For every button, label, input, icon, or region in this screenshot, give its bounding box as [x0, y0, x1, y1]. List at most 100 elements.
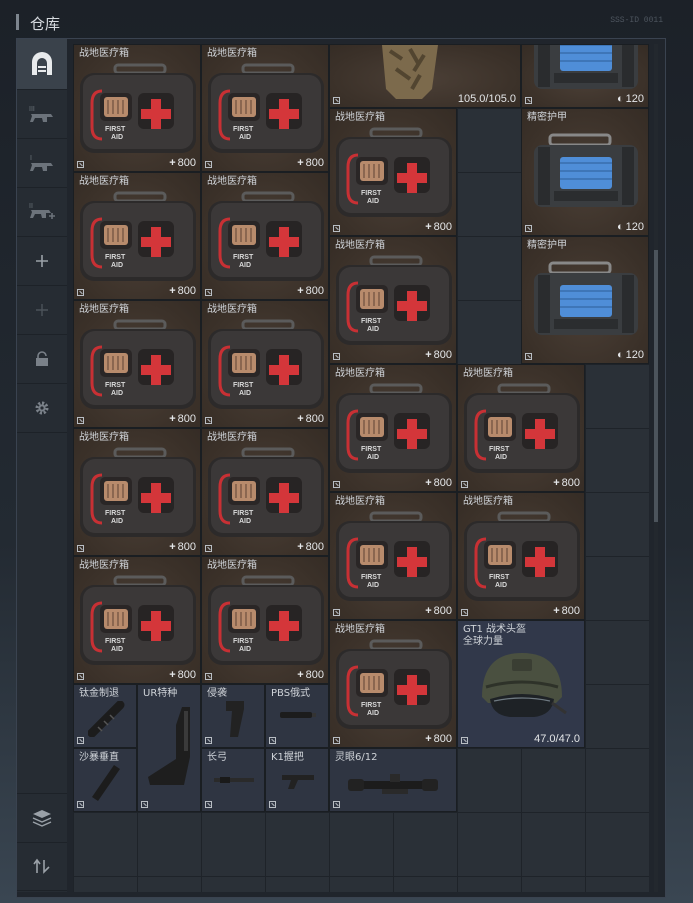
inventory-item-part[interactable]: 沙暴垂直	[73, 748, 137, 812]
title-bar: 仓库 SSS-ID 0011	[0, 0, 693, 36]
inventory-item-part[interactable]: 灵眼6/12	[329, 748, 457, 812]
sidebar-sort-button[interactable]	[17, 842, 67, 891]
item-label: 战地医疗箱	[79, 176, 129, 187]
item-value: +800	[169, 413, 196, 425]
scrollbar-thumb[interactable]	[654, 250, 658, 522]
medkit-image	[334, 383, 454, 475]
item-value: 105.0/105.0	[457, 93, 516, 105]
medkit-image	[78, 319, 198, 411]
sidebar-loadout-3-button[interactable]: III	[17, 90, 67, 139]
medkit-image	[334, 255, 454, 347]
sidebar-loadout-2-button[interactable]: II	[17, 188, 67, 237]
scope-image	[348, 774, 438, 794]
item-label: 战地医疗箱	[207, 432, 257, 443]
inventory-item-medkit[interactable]: 战地医疗箱 +800	[73, 172, 201, 300]
inventory-item-medkit[interactable]: 战地医疗箱 +800	[329, 620, 457, 748]
inventory-item-helmet[interactable]: GT1 战术头盔 全球力量 47.0/47.0	[457, 620, 585, 748]
inventory-item-medkit[interactable]: 战地医疗箱 +800	[457, 364, 585, 492]
item-value: +800	[169, 285, 196, 297]
rig-image	[382, 45, 438, 99]
medkit-image	[334, 127, 454, 219]
item-corner-icon	[77, 801, 84, 808]
sidebar: III I II	[17, 39, 67, 892]
item-corner-icon	[205, 417, 212, 424]
item-corner-icon	[333, 481, 340, 488]
sidebar-storage-button[interactable]	[17, 39, 67, 90]
storage-icon	[32, 52, 52, 75]
inventory-item-part[interactable]: PBS俄式	[265, 684, 329, 748]
item-corner-icon	[141, 801, 148, 808]
sidebar-add-button[interactable]	[17, 237, 67, 286]
barrel-image	[214, 777, 254, 783]
item-label: 战地医疗箱	[207, 560, 257, 571]
inventory-item-medkit[interactable]: 战地医疗箱 +800	[329, 364, 457, 492]
svg-text:II: II	[29, 203, 33, 210]
suppressor-image	[280, 712, 316, 718]
inventory-item-medkit[interactable]: 战地医疗箱 +800	[329, 492, 457, 620]
inventory-item-part[interactable]: UR特种	[137, 684, 201, 812]
item-label: 战地医疗箱	[463, 368, 513, 379]
item-label: 战地医疗箱	[463, 496, 513, 507]
inventory-item-medkit[interactable]: 战地医疗箱 +800	[457, 492, 585, 620]
inventory-item-part[interactable]: K1握把	[265, 748, 329, 812]
medkit-image	[78, 63, 198, 155]
medkit-image	[334, 511, 454, 603]
inventory-item-medkit[interactable]: 战地医疗箱 +800	[201, 172, 329, 300]
inventory-item-part[interactable]: 长弓	[201, 748, 265, 812]
inventory-item-armor[interactable]: ◐ 120	[521, 44, 649, 108]
item-label: 钛金制退	[79, 688, 119, 699]
inventory-item-medkit[interactable]: 战地医疗箱 +800	[73, 428, 201, 556]
sidebar-lock-button[interactable]	[17, 335, 67, 384]
inventory-item-medkit[interactable]: 战地医疗箱 +800	[73, 44, 201, 172]
inventory-item-medkit[interactable]: 战地医疗箱 +800	[73, 300, 201, 428]
item-corner-icon	[77, 545, 84, 552]
sidebar-add-disabled-button[interactable]	[17, 286, 67, 335]
helmet-image	[482, 653, 567, 717]
inventory-item-rig[interactable]: 105.0/105.0	[329, 44, 521, 108]
medkit-image	[462, 511, 582, 603]
sidebar-layers-button[interactable]	[17, 793, 67, 843]
page-title: 仓库	[30, 15, 61, 33]
medkit-image	[78, 191, 198, 283]
inventory-item-medkit[interactable]: 战地医疗箱 +800	[201, 300, 329, 428]
item-value: +800	[297, 157, 324, 169]
grip-image	[226, 701, 244, 737]
item-label: 长弓	[207, 752, 227, 763]
inventory-item-medkit[interactable]: 战地医疗箱 +800	[73, 556, 201, 684]
medkit-image	[462, 383, 582, 475]
loadout-2-add-icon: II	[29, 203, 55, 219]
medkit-image	[78, 575, 198, 667]
vertical-grip-image	[92, 765, 120, 801]
item-label: K1握把	[271, 752, 304, 763]
item-value: +800	[169, 541, 196, 553]
inventory-item-medkit[interactable]: 战地医疗箱 +800	[201, 556, 329, 684]
inventory-item-medkit[interactable]: 战地医疗箱 +800	[329, 236, 457, 364]
item-corner-icon	[205, 545, 212, 552]
medkit-image	[334, 639, 454, 731]
item-corner-icon	[205, 161, 212, 168]
item-label: GT1 战术头盔	[463, 624, 527, 635]
foregrip-image	[282, 775, 314, 789]
inventory-item-medkit[interactable]: 战地医疗箱 +800	[329, 108, 457, 236]
item-corner-icon	[461, 737, 468, 744]
inventory-item-medkit[interactable]: 战地医疗箱 +800	[201, 428, 329, 556]
inventory-item-armor[interactable]: 精密护甲 ◐ 120	[521, 108, 649, 236]
sidebar-settings-button[interactable]	[17, 384, 67, 433]
inventory-item-part[interactable]: 钛金制退	[73, 684, 137, 748]
item-corner-icon	[205, 673, 212, 680]
item-value: +800	[169, 669, 196, 681]
sidebar-loadout-1-button[interactable]: I	[17, 139, 67, 188]
item-value: +800	[425, 477, 452, 489]
item-corner-icon	[205, 737, 212, 744]
inventory-item-part[interactable]: 侵袭	[201, 684, 265, 748]
medkit-image	[206, 191, 326, 283]
medkit-image	[78, 447, 198, 539]
item-corner-icon	[525, 353, 532, 360]
item-label: 灵眼6/12	[335, 752, 378, 763]
item-corner-icon	[333, 609, 340, 616]
inventory-item-medkit[interactable]: 战地医疗箱 +800	[201, 44, 329, 172]
inventory-item-armor[interactable]: 精密护甲 ◐ 120	[521, 236, 649, 364]
svg-text:III: III	[29, 106, 35, 113]
item-label: UR特种	[143, 688, 178, 699]
layers-icon	[32, 810, 52, 827]
